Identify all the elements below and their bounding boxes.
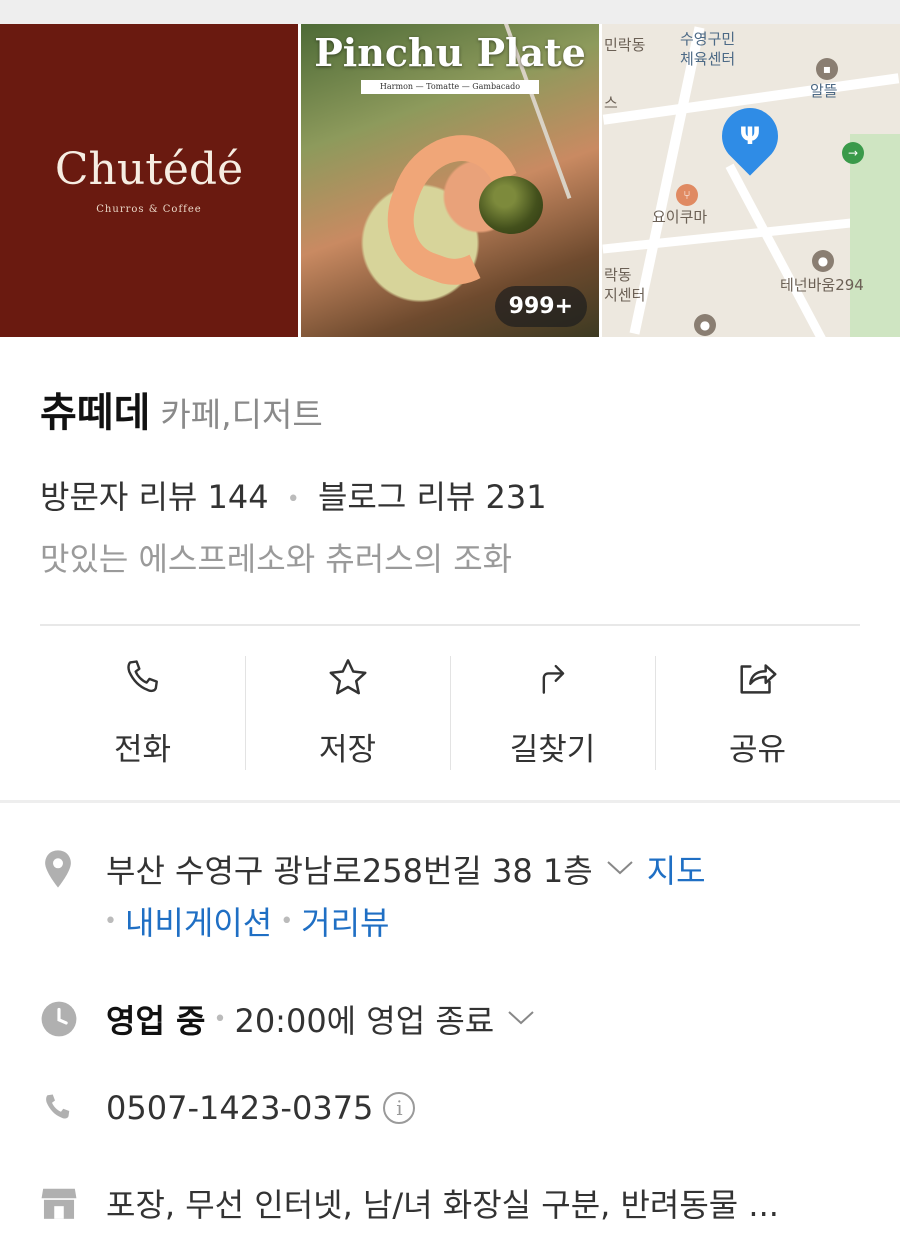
map-label: 스 bbox=[604, 94, 618, 112]
directions-icon bbox=[531, 652, 575, 704]
logo-title: Chutédé bbox=[54, 144, 244, 195]
section-divider bbox=[0, 800, 900, 803]
place-description: 맛있는 에스프레소와 츄러스의 조화 bbox=[40, 540, 513, 578]
address-links: • 내비게이션 • 거리뷰 bbox=[104, 898, 390, 944]
directions-label: 길찾기 bbox=[509, 732, 596, 768]
star-icon bbox=[325, 652, 371, 704]
share-button[interactable]: 공유 bbox=[655, 652, 860, 772]
map-label: 요이쿠마 bbox=[652, 208, 708, 226]
photo-gallery[interactable]: Chutédé Churros & Coffee Pinchu Plate Ha… bbox=[0, 24, 900, 337]
share-icon bbox=[735, 652, 781, 704]
map-thumbnail[interactable]: 민락동 수영구민 체육센터 알뜰 스 요이쿠마 락동 지센터 테넌바움294 ▪… bbox=[602, 24, 900, 337]
phone-icon bbox=[121, 652, 165, 704]
top-strip bbox=[0, 0, 900, 24]
separator-dot: • bbox=[286, 486, 300, 512]
separator-dot: • bbox=[213, 1006, 227, 1032]
map-poi-icon: ▪ bbox=[816, 58, 838, 80]
review-summary: 방문자 리뷰 144 • 블로그 리뷰 231 bbox=[40, 472, 547, 518]
call-label: 전화 bbox=[113, 732, 172, 768]
food-photo[interactable]: Pinchu Plate Harmon — Tomatte — Gambacad… bbox=[301, 24, 599, 337]
logo-subtitle: Churros & Coffee bbox=[96, 204, 202, 215]
call-button[interactable]: 전화 bbox=[40, 652, 245, 772]
amenities-row[interactable]: 포장, 무선 인터넷, 남/녀 화장실 구분, 반려동물 ... bbox=[40, 1180, 779, 1226]
visitor-reviews-link[interactable]: 방문자 리뷰 144 bbox=[40, 478, 269, 516]
map-road bbox=[725, 163, 828, 337]
share-label: 공유 bbox=[728, 732, 787, 768]
chevron-down-icon[interactable] bbox=[506, 1004, 536, 1034]
address-text[interactable]: 부산 수영구 광남로258번길 38 1층 bbox=[106, 846, 593, 892]
food-photo-title: Pinchu Plate bbox=[314, 30, 586, 75]
map-label: 지센터 bbox=[604, 286, 646, 304]
place-category: 카페,디저트 bbox=[160, 395, 323, 434]
restaurant-icon: Ψ bbox=[739, 122, 761, 150]
place-name: 츄떼데 bbox=[40, 390, 151, 436]
info-icon[interactable]: i bbox=[383, 1092, 416, 1124]
photo-count-badge[interactable]: 999+ bbox=[494, 286, 587, 327]
clock-icon bbox=[40, 999, 88, 1039]
map-link[interactable]: 지도 bbox=[647, 846, 706, 892]
closing-time: 20:00에 영업 종료 bbox=[234, 1002, 495, 1040]
map-park-area bbox=[850, 134, 900, 337]
map-label: 민락동 bbox=[604, 36, 646, 54]
phone-row: 0507-1423-0375 i bbox=[40, 1088, 416, 1128]
map-label: 테넌바움294 bbox=[780, 276, 864, 294]
open-status: 영업 중 bbox=[106, 1002, 206, 1040]
map-label: 락동 bbox=[604, 266, 632, 284]
navigation-link[interactable]: 내비게이션 bbox=[125, 898, 272, 944]
phone-number[interactable]: 0507-1423-0375 bbox=[106, 1089, 373, 1127]
store-icon bbox=[40, 1183, 88, 1223]
map-restaurant-icon: ⑂ bbox=[676, 184, 698, 206]
place-title-row: 츄떼데 카페,디저트 bbox=[40, 380, 323, 438]
save-label: 저장 bbox=[318, 732, 377, 768]
streetview-link[interactable]: 거리뷰 bbox=[301, 898, 389, 944]
amenities-text: 포장, 무선 인터넷, 남/녀 화장실 구분, 반려동물 ... bbox=[106, 1186, 779, 1224]
action-bar: 전화 저장 길찾기 공유 bbox=[40, 652, 860, 772]
blog-reviews-link[interactable]: 블로그 리뷰 231 bbox=[318, 478, 547, 516]
map-label: 수영구민 bbox=[680, 30, 736, 48]
map-poi-icon: ● bbox=[694, 314, 716, 336]
map-entrance-icon: → bbox=[842, 142, 864, 164]
separator-dot: • bbox=[280, 908, 294, 934]
location-pin-icon bbox=[40, 849, 88, 889]
hours-row[interactable]: 영업 중 • 20:00에 영업 종료 bbox=[40, 996, 548, 1042]
phone-icon bbox=[40, 1088, 88, 1128]
map-label: 알뜰 bbox=[810, 82, 838, 100]
separator-dot: • bbox=[104, 908, 117, 934]
save-button[interactable]: 저장 bbox=[245, 652, 450, 772]
food-photo-subtitle: Harmon — Tomatte — Gambacado bbox=[361, 80, 539, 94]
map-label: 체육센터 bbox=[680, 50, 736, 68]
map-poi-icon: ● bbox=[812, 250, 834, 272]
divider bbox=[40, 624, 860, 626]
olive-graphic bbox=[479, 176, 543, 234]
address-row: 부산 수영구 광남로258번길 38 1층 지도 bbox=[40, 846, 706, 892]
directions-button[interactable]: 길찾기 bbox=[450, 652, 655, 772]
logo-photo[interactable]: Chutédé Churros & Coffee bbox=[0, 24, 298, 337]
chevron-down-icon[interactable] bbox=[605, 854, 635, 884]
